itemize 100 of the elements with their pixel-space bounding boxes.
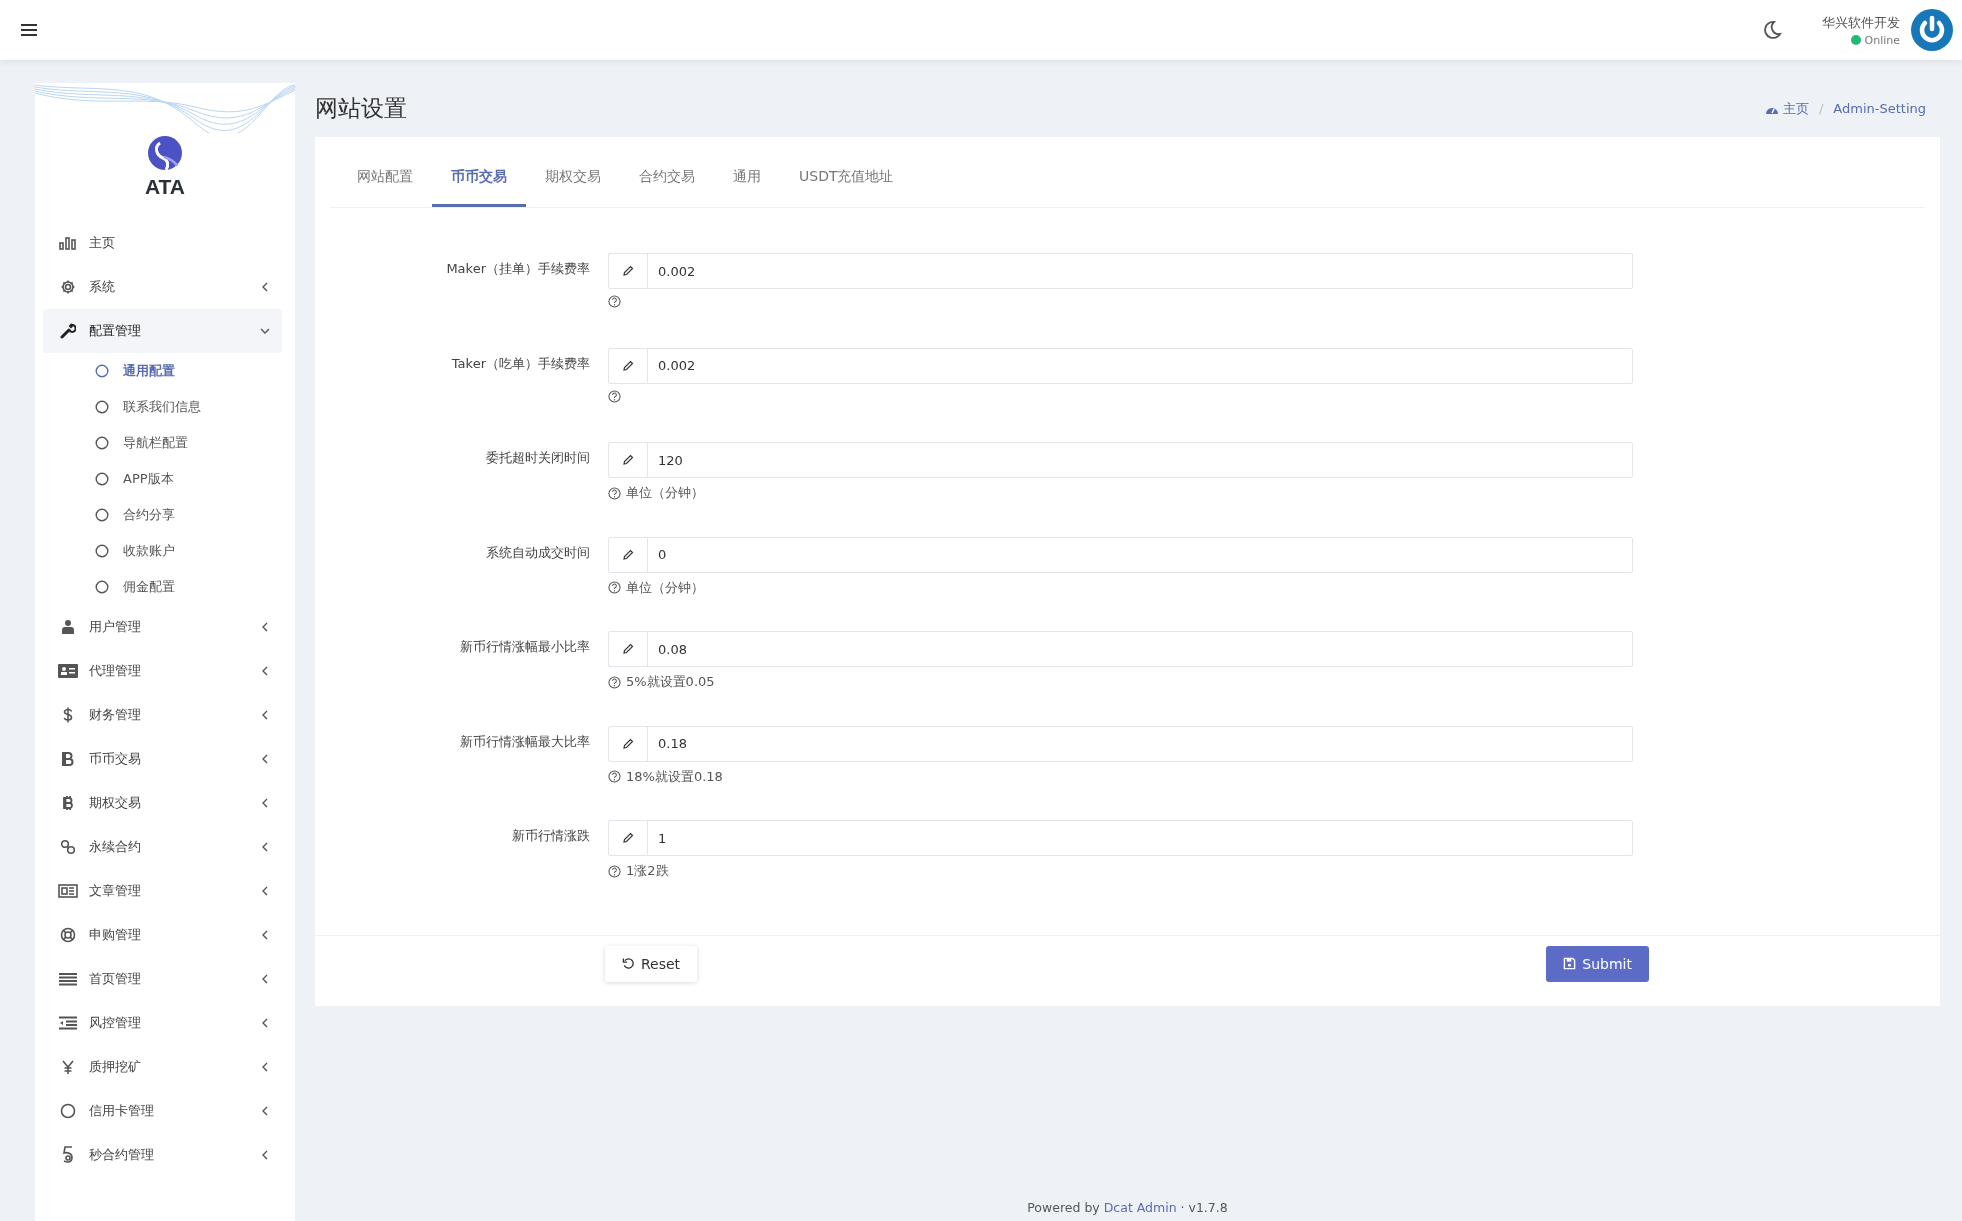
pencil-icon [622, 265, 634, 277]
sidebar-item[interactable]: 风控管理 [43, 1001, 282, 1045]
pencil-icon [622, 454, 634, 466]
submenu-item[interactable]: 合约分享 [43, 497, 282, 533]
help-text: 单位（分钟） [626, 484, 704, 502]
pencil-icon [622, 359, 634, 372]
sidebar-item[interactable]: 质押挖矿 [43, 1045, 282, 1089]
pencil-icon [622, 832, 634, 844]
tab[interactable]: 网站配置 [338, 137, 432, 207]
sidebar-item[interactable]: 秒合约管理 [43, 1133, 282, 1177]
input-field[interactable]: 0.18 [608, 725, 1633, 762]
page-title: 网站设置 [315, 94, 407, 123]
undo-icon [622, 957, 635, 970]
chevron-left-icon [260, 1150, 270, 1160]
pencil-icon [622, 737, 634, 750]
input-field[interactable]: 0.002 [608, 347, 1633, 384]
sidebar-item[interactable]: 用户管理 [43, 605, 282, 649]
sidebar-item[interactable]: 配置管理 [43, 309, 282, 353]
user-status: Online [1864, 33, 1900, 47]
input-field[interactable]: 0 [608, 536, 1633, 573]
field-label: 系统自动成交时间 [485, 543, 590, 562]
sidebar-item[interactable]: 首页管理 [43, 957, 282, 1001]
user-name: 华兴软件开发 [1822, 13, 1900, 32]
input-field[interactable]: 120 [608, 442, 1633, 478]
reset-button[interactable]: Reset [605, 945, 698, 982]
help-icon [608, 675, 621, 689]
sidebar-item[interactable]: 永续合约 [43, 825, 282, 869]
chevron-left-icon [260, 1106, 270, 1116]
breadcrumb-separator: / [1818, 101, 1824, 116]
input-field[interactable]: 0.08 [608, 631, 1633, 667]
submenu-item[interactable]: 通用配置 [43, 353, 282, 389]
chevron-left-icon [260, 842, 270, 852]
chevron-left-icon [260, 886, 270, 896]
field-label: Taker（吃单）手续费率 [450, 354, 590, 373]
sidebar-item[interactable]: 信用卡管理 [43, 1089, 282, 1133]
circle-icon [95, 400, 109, 414]
field-label: Maker（挂单）手续费率 [445, 260, 590, 278]
outdent-icon [57, 1016, 79, 1030]
newspaper-icon [57, 884, 79, 898]
tab[interactable]: 合约交易 [620, 137, 714, 207]
circle-icon [95, 508, 109, 522]
help-text: 18%就设置0.18 [626, 767, 723, 786]
help-icon [608, 864, 621, 878]
help-icon [608, 389, 621, 403]
footer-credit: Powered by Dcat Admin · v1.7.8 [1026, 1200, 1229, 1215]
help-icon [608, 770, 621, 783]
pencil-icon [622, 548, 634, 561]
input-field[interactable]: 0.002 [608, 253, 1633, 289]
sidebar-item[interactable]: 主页 [43, 221, 282, 265]
submenu-item[interactable]: 联系我们信息 [43, 389, 282, 425]
field-label: 新币行情涨幅最大比率 [459, 732, 590, 751]
field-label: 新币行情涨跌 [511, 827, 590, 845]
tab[interactable]: 币币交易 [432, 137, 526, 207]
sidebar-item[interactable]: 申购管理 [43, 913, 282, 957]
help-icon [608, 486, 621, 500]
chevron-left-icon [260, 930, 270, 940]
help-icon [608, 295, 621, 308]
chevron-left-icon [260, 1062, 270, 1072]
logo-icon [147, 135, 183, 171]
submenu-item[interactable]: 导航栏配置 [43, 425, 282, 461]
circle-icon [95, 472, 109, 486]
chevron-down-icon [260, 326, 270, 336]
sidebar-item[interactable]: 期权交易 [43, 781, 282, 825]
save-icon [1563, 957, 1577, 970]
chevron-left-icon [260, 622, 270, 632]
tab[interactable]: 期权交易 [526, 137, 620, 207]
sidebar-item[interactable]: 币币交易 [43, 737, 282, 781]
moon-icon[interactable] [1762, 20, 1782, 40]
tab[interactable]: USDT充值地址 [780, 137, 913, 207]
field-label: 新币行情涨幅最小比率 [459, 638, 590, 656]
avatar-power-icon[interactable] [1910, 8, 1954, 52]
input-field[interactable]: 1 [608, 820, 1633, 856]
sidebar-item[interactable]: 财务管理 [43, 693, 282, 737]
chevron-left-icon [260, 282, 270, 292]
sidebar-item[interactable]: 系统 [43, 265, 282, 309]
breadcrumb-link[interactable]: 主页 [1782, 99, 1809, 118]
sidebar-item[interactable]: 文章管理 [43, 869, 282, 913]
brand-name: ATA [144, 175, 185, 199]
submenu-item[interactable]: 佣金配置 [43, 569, 282, 605]
submit-button[interactable]: Submit [1546, 945, 1649, 982]
tab[interactable]: 通用 [714, 137, 780, 207]
bar-chart-icon [57, 236, 79, 250]
circle-icon [95, 544, 109, 558]
submenu-item[interactable]: APP版本 [43, 461, 282, 497]
chevron-left-icon [260, 754, 270, 764]
help-icon [608, 581, 621, 594]
bars-icon [57, 972, 79, 986]
menu-icon[interactable] [21, 23, 37, 37]
circle-icon [95, 580, 109, 594]
sidebar-item[interactable]: 代理管理 [43, 649, 282, 693]
submenu-item[interactable]: 收款账户 [43, 533, 282, 569]
id-card-icon [57, 664, 79, 678]
footer-link[interactable]: Dcat Admin [1103, 1200, 1177, 1215]
field-label: 委托超时关闭时间 [485, 449, 590, 467]
help-text: 5%就设置0.05 [626, 673, 715, 691]
chevron-left-icon [260, 798, 270, 808]
circle-icon [95, 436, 109, 450]
chevron-left-icon [260, 1018, 270, 1028]
chevron-left-icon [260, 974, 270, 984]
breadcrumb-link[interactable]: Admin-Setting [1833, 101, 1926, 116]
